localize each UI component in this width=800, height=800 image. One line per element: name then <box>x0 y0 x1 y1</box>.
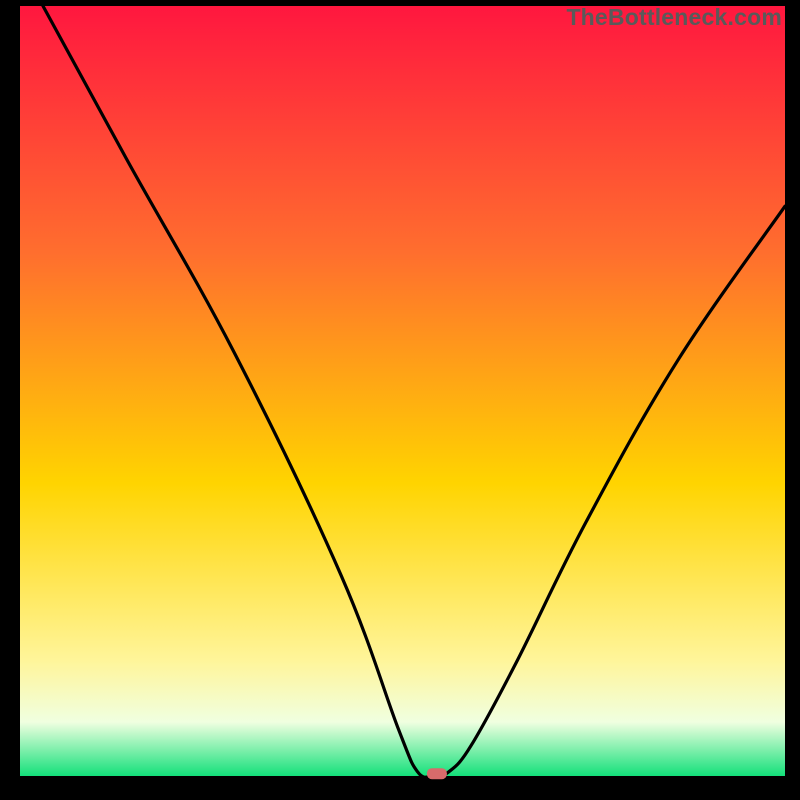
bottleneck-chart: TheBottleneck.com <box>0 0 800 800</box>
plot-area <box>20 6 785 776</box>
chart-svg <box>0 0 800 800</box>
minimum-marker <box>427 768 447 779</box>
watermark-text: TheBottleneck.com <box>566 4 782 31</box>
